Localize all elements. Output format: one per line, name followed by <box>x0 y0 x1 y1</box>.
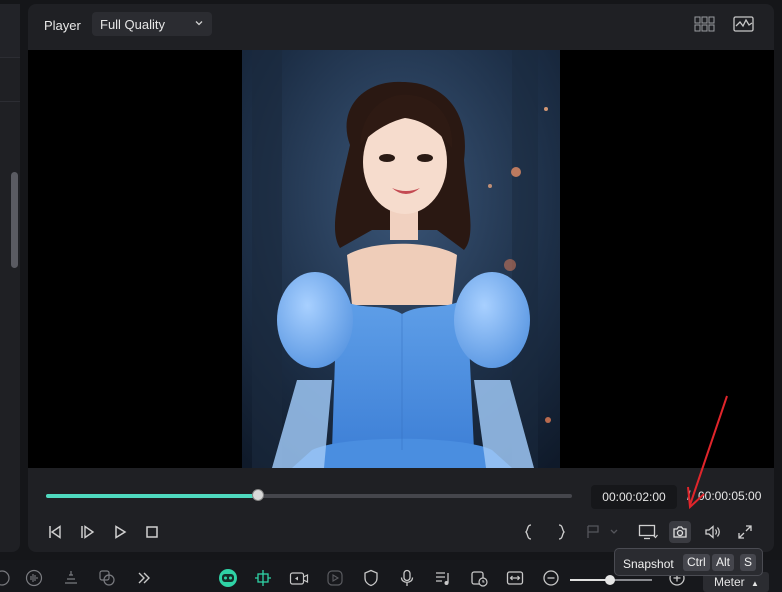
shortcut-key-alt: Alt <box>712 554 735 571</box>
stop-icon <box>146 526 158 538</box>
left-panel-row <box>0 62 20 102</box>
zoom-slider-handle[interactable] <box>605 575 615 585</box>
ai-icon <box>0 570 10 586</box>
media-clock-icon <box>471 571 488 587</box>
media-replace-button[interactable] <box>469 568 489 588</box>
video-viewport[interactable] <box>28 50 774 468</box>
text-tool-icon <box>99 570 115 586</box>
ai-tool-button[interactable] <box>0 568 12 588</box>
snap-icon <box>255 570 271 586</box>
shortcut-key-s: S <box>740 554 757 571</box>
total-duration: 00:00:05:00 <box>698 489 762 503</box>
play-circle-icon <box>327 570 343 586</box>
left-panel <box>0 4 20 552</box>
playhead-handle[interactable] <box>251 489 264 501</box>
ai-video-button[interactable] <box>289 568 309 588</box>
previous-frame-button[interactable] <box>44 521 66 543</box>
display-settings-button[interactable] <box>637 521 659 543</box>
speaker-icon <box>705 525 720 539</box>
current-time-field[interactable]: 00:00:02:00 <box>591 485 677 509</box>
caret-up-icon: ▲ <box>751 579 759 588</box>
mark-in-button[interactable] <box>518 521 540 543</box>
shield-icon <box>364 569 378 587</box>
minus-circle-icon <box>543 570 559 586</box>
ai-copilot-button[interactable] <box>218 568 238 588</box>
timeline-progress <box>46 494 258 498</box>
mark-out-icon <box>558 524 565 540</box>
more-tools-button[interactable] <box>134 568 154 588</box>
audio-wave-icon <box>25 569 43 587</box>
video-add-icon <box>289 572 309 585</box>
quality-value: Full Quality <box>100 17 166 32</box>
shortcut-key-ctrl: Ctrl <box>683 554 710 571</box>
monitor-icon <box>638 524 658 540</box>
play-button[interactable] <box>109 521 131 543</box>
fit-timeline-button[interactable] <box>505 568 525 588</box>
microphone-icon <box>400 569 414 586</box>
text-tool-button[interactable] <box>97 568 117 588</box>
playback-render-button <box>325 568 345 588</box>
zoom-slider-fill <box>570 579 610 581</box>
time-separator: / <box>687 488 691 503</box>
robot-icon <box>219 569 237 587</box>
quality-dropdown[interactable]: Full Quality <box>92 12 212 36</box>
previous-frame-icon <box>49 525 61 539</box>
editor-window: Player Full Quality 00:00:02:00 / 00:00:… <box>0 0 782 592</box>
audio-stretch-button[interactable] <box>61 568 81 588</box>
meter-label: Meter <box>714 575 745 589</box>
player-title: Player <box>44 18 81 33</box>
chevron-down-icon <box>195 21 203 26</box>
snapshot-tooltip: Snapshot Ctrl Alt S <box>614 548 763 576</box>
waveform-monitor-icon[interactable] <box>733 15 755 33</box>
zoom-out-button[interactable] <box>541 568 561 588</box>
left-panel-scrollbar[interactable] <box>11 172 18 268</box>
play-icon <box>115 525 127 539</box>
stop-button[interactable] <box>141 521 163 543</box>
fullscreen-button[interactable] <box>734 521 756 543</box>
next-frame-button[interactable] <box>76 521 98 543</box>
player-header: Player Full Quality <box>28 4 774 48</box>
fit-width-icon <box>506 571 524 585</box>
mark-out-button[interactable] <box>550 521 572 543</box>
playback-timeline[interactable] <box>46 489 572 501</box>
marker-icon <box>587 525 618 538</box>
record-voice-button[interactable] <box>397 568 417 588</box>
magnetic-snap-button[interactable] <box>253 568 273 588</box>
expand-icon <box>738 525 752 539</box>
snapshot-button[interactable] <box>669 521 691 543</box>
player-panel: Player Full Quality 00:00:02:00 / 00:00:… <box>28 4 774 552</box>
grid-view-icon[interactable] <box>694 15 716 33</box>
video-frame-image <box>242 50 560 468</box>
mark-in-icon <box>525 524 532 540</box>
left-panel-header <box>0 4 20 58</box>
double-chevron-right-icon <box>138 572 150 584</box>
next-frame-icon <box>81 525 95 539</box>
protect-button[interactable] <box>361 568 381 588</box>
camera-icon <box>673 526 687 538</box>
volume-button[interactable] <box>702 521 724 543</box>
music-list-button[interactable] <box>433 568 453 588</box>
audio-tool-button[interactable] <box>24 568 44 588</box>
playlist-music-icon <box>436 572 449 585</box>
tooltip-label: Snapshot <box>623 557 674 571</box>
stretch-icon <box>65 571 77 584</box>
marker-dropdown-button <box>584 521 622 543</box>
